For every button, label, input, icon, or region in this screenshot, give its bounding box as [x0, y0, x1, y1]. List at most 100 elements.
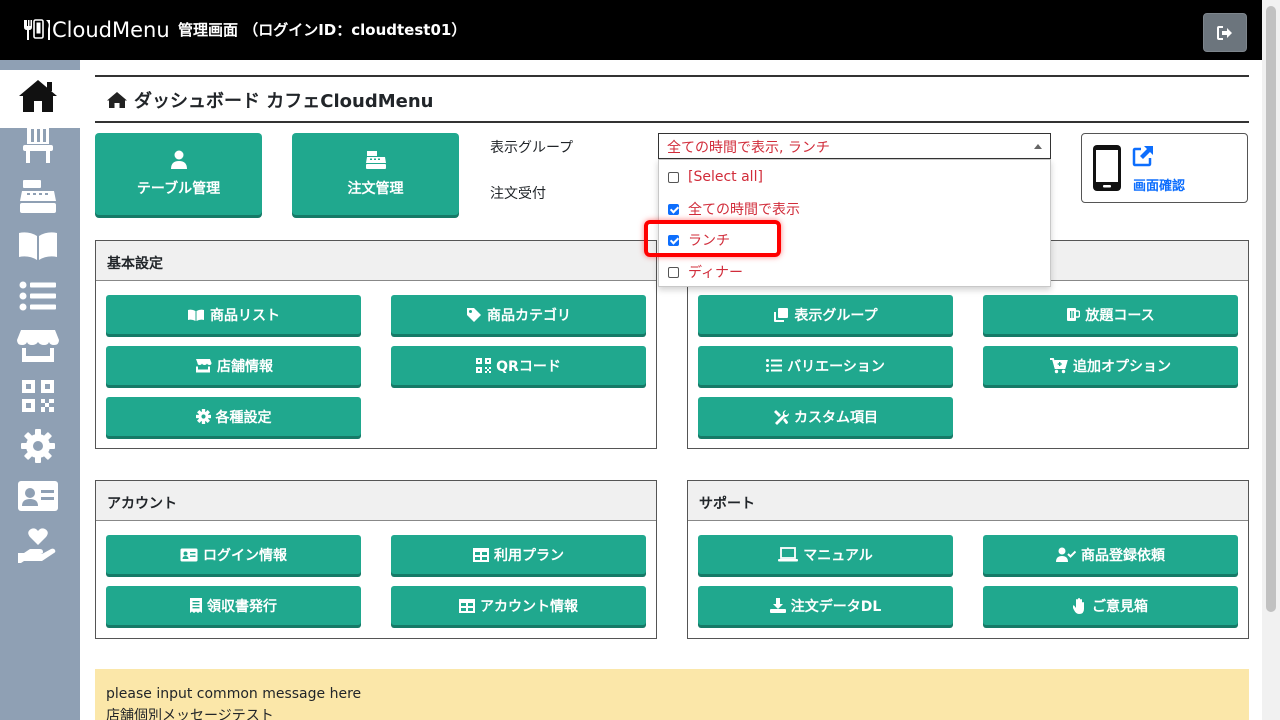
- display-group-button[interactable]: 表示グループ: [698, 295, 953, 334]
- product-category-button[interactable]: 商品カテゴリ: [391, 295, 646, 334]
- product-list-button[interactable]: 商品リスト: [106, 295, 361, 334]
- option-all-time-label: 全ての時間で表示: [688, 202, 800, 218]
- variation-label: バリエーション: [787, 358, 885, 375]
- chair-icon: [23, 126, 53, 163]
- qrcode-icon: [22, 380, 54, 412]
- logo[interactable]: CloudMenu: [22, 14, 170, 46]
- qrcode-label: QRコード: [496, 358, 561, 375]
- gear-icon: [21, 429, 55, 463]
- gear-icon: [195, 409, 211, 424]
- clone-icon: [774, 307, 789, 322]
- id-card-icon: [18, 481, 58, 511]
- header-title: 管理画面 （ログインID：cloudtest01）: [178, 21, 467, 39]
- product-registration-request-button[interactable]: 商品登録依頼: [983, 535, 1238, 574]
- order-data-download-button[interactable]: 注文データDL: [698, 586, 953, 625]
- vertical-scrollbar[interactable]: [1262, 0, 1280, 720]
- book-open-icon: [19, 232, 57, 260]
- display-group-select[interactable]: 全ての時間で表示, ランチ: [658, 133, 1051, 159]
- order-acceptance-label: 注文受付: [490, 186, 546, 202]
- option-dinner-checkbox[interactable]: [668, 266, 679, 278]
- external-link-icon: [1132, 146, 1153, 167]
- feedback-box-button[interactable]: ご意見箱: [983, 586, 1238, 625]
- sidebar-item-qrcode[interactable]: [16, 374, 60, 418]
- cash-register-icon: [365, 151, 386, 169]
- order-management-button[interactable]: 注文管理: [292, 133, 459, 215]
- common-message: please input common message here: [106, 686, 362, 702]
- product-list-label: 商品リスト: [210, 307, 280, 324]
- usage-plan-button[interactable]: 利用プラン: [391, 535, 646, 574]
- login-info-button[interactable]: ログイン情報: [106, 535, 361, 574]
- account-info-button[interactable]: アカウント情報: [391, 586, 646, 625]
- screen-check-label: 画面確認: [1133, 179, 1186, 194]
- store-info-label: 店舗情報: [217, 358, 273, 375]
- sidebar-item-store[interactable]: [16, 324, 60, 368]
- custom-item-button[interactable]: カスタム項目: [698, 397, 953, 436]
- store-icon: [196, 359, 212, 373]
- logout-button[interactable]: [1203, 13, 1247, 52]
- sidebar-item-home[interactable]: [16, 74, 60, 118]
- option-all-time-checkbox[interactable]: [668, 203, 679, 215]
- receipt-issue-label: 領収書発行: [207, 598, 277, 615]
- store-message: 店舗個別メッセージテスト: [106, 708, 274, 720]
- sidebar-item-settings[interactable]: [16, 424, 60, 468]
- manual-button[interactable]: マニュアル: [698, 535, 953, 574]
- sidebar-item-order[interactable]: [16, 174, 60, 218]
- smartphone-icon: [1093, 145, 1121, 191]
- list-icon: [766, 359, 783, 372]
- option-select-all-checkbox[interactable]: [668, 171, 679, 183]
- sidebar-item-account[interactable]: [16, 474, 60, 518]
- sidebar-item-table[interactable]: [16, 122, 60, 166]
- sidebar-item-support[interactable]: [16, 524, 60, 568]
- additional-option-button[interactable]: 追加オプション: [983, 346, 1238, 385]
- caret-up-icon: [1034, 144, 1042, 149]
- title-top-rule: [95, 75, 1249, 77]
- tag-icon: [467, 307, 481, 322]
- all-you-can-course-label: 放題コース: [1085, 307, 1155, 324]
- store-info-button[interactable]: 店舗情報: [106, 346, 361, 385]
- sidebar-item-list[interactable]: [16, 274, 60, 318]
- user-icon: [170, 150, 187, 169]
- usage-plan-label: 利用プラン: [494, 547, 564, 564]
- book-open-icon: [188, 309, 204, 321]
- table-management-button[interactable]: テーブル管理: [95, 133, 262, 215]
- home-icon: [107, 92, 127, 108]
- option-dinner[interactable]: ディナー: [659, 257, 1050, 287]
- table-icon: [473, 547, 489, 562]
- logo-text: CloudMenu: [52, 18, 170, 42]
- beer-mug-icon: [1067, 308, 1081, 321]
- receipt-issue-button[interactable]: 領収書発行: [106, 586, 361, 625]
- display-group-label: 表示グループ: [490, 140, 574, 156]
- cart-plus-icon: [1050, 357, 1068, 373]
- qrcode-button[interactable]: QRコード: [391, 346, 646, 385]
- manual-label: マニュアル: [803, 547, 873, 564]
- sidebar: [0, 60, 80, 720]
- user-check-icon: [1056, 547, 1076, 562]
- home-icon: [19, 80, 57, 112]
- feedback-box-label: ご意見箱: [1092, 598, 1148, 615]
- scrollbar-thumb[interactable]: [1266, 6, 1276, 612]
- option-select-all[interactable]: [Select all]: [659, 162, 1050, 192]
- table-management-label: テーブル管理: [136, 181, 221, 197]
- page-title-text: ダッシュボード カフェCloudMenu: [134, 91, 434, 112]
- various-settings-button[interactable]: 各種設定: [106, 397, 361, 436]
- display-group-button-label: 表示グループ: [794, 307, 878, 324]
- page-title: ダッシュボード カフェCloudMenu: [106, 87, 433, 113]
- all-you-can-course-button[interactable]: 放題コース: [983, 295, 1238, 334]
- hand-heart-icon: [18, 528, 56, 563]
- top-header: CloudMenu 管理画面 （ログインID：cloudtest01）: [0, 0, 1262, 60]
- account-panel-title: アカウント: [96, 481, 656, 521]
- custom-item-label: カスタム項目: [794, 409, 878, 426]
- basic-settings-title: 基本設定: [96, 241, 656, 281]
- variation-button[interactable]: バリエーション: [698, 346, 953, 385]
- support-panel-title: サポート: [688, 481, 1248, 521]
- list-icon: [19, 281, 56, 311]
- product-category-label: 商品カテゴリ: [487, 307, 571, 324]
- cutlery-phone-icon: [24, 19, 50, 40]
- sidebar-item-menu-book[interactable]: [16, 224, 60, 268]
- login-info-label: ログイン情報: [203, 547, 287, 564]
- title-bottom-rule: [95, 121, 1249, 123]
- product-registration-request-label: 商品登録依頼: [1081, 547, 1165, 564]
- additional-option-label: 追加オプション: [1073, 358, 1171, 375]
- option-dinner-label: ディナー: [688, 265, 744, 281]
- screen-check-button[interactable]: 画面確認: [1081, 133, 1248, 203]
